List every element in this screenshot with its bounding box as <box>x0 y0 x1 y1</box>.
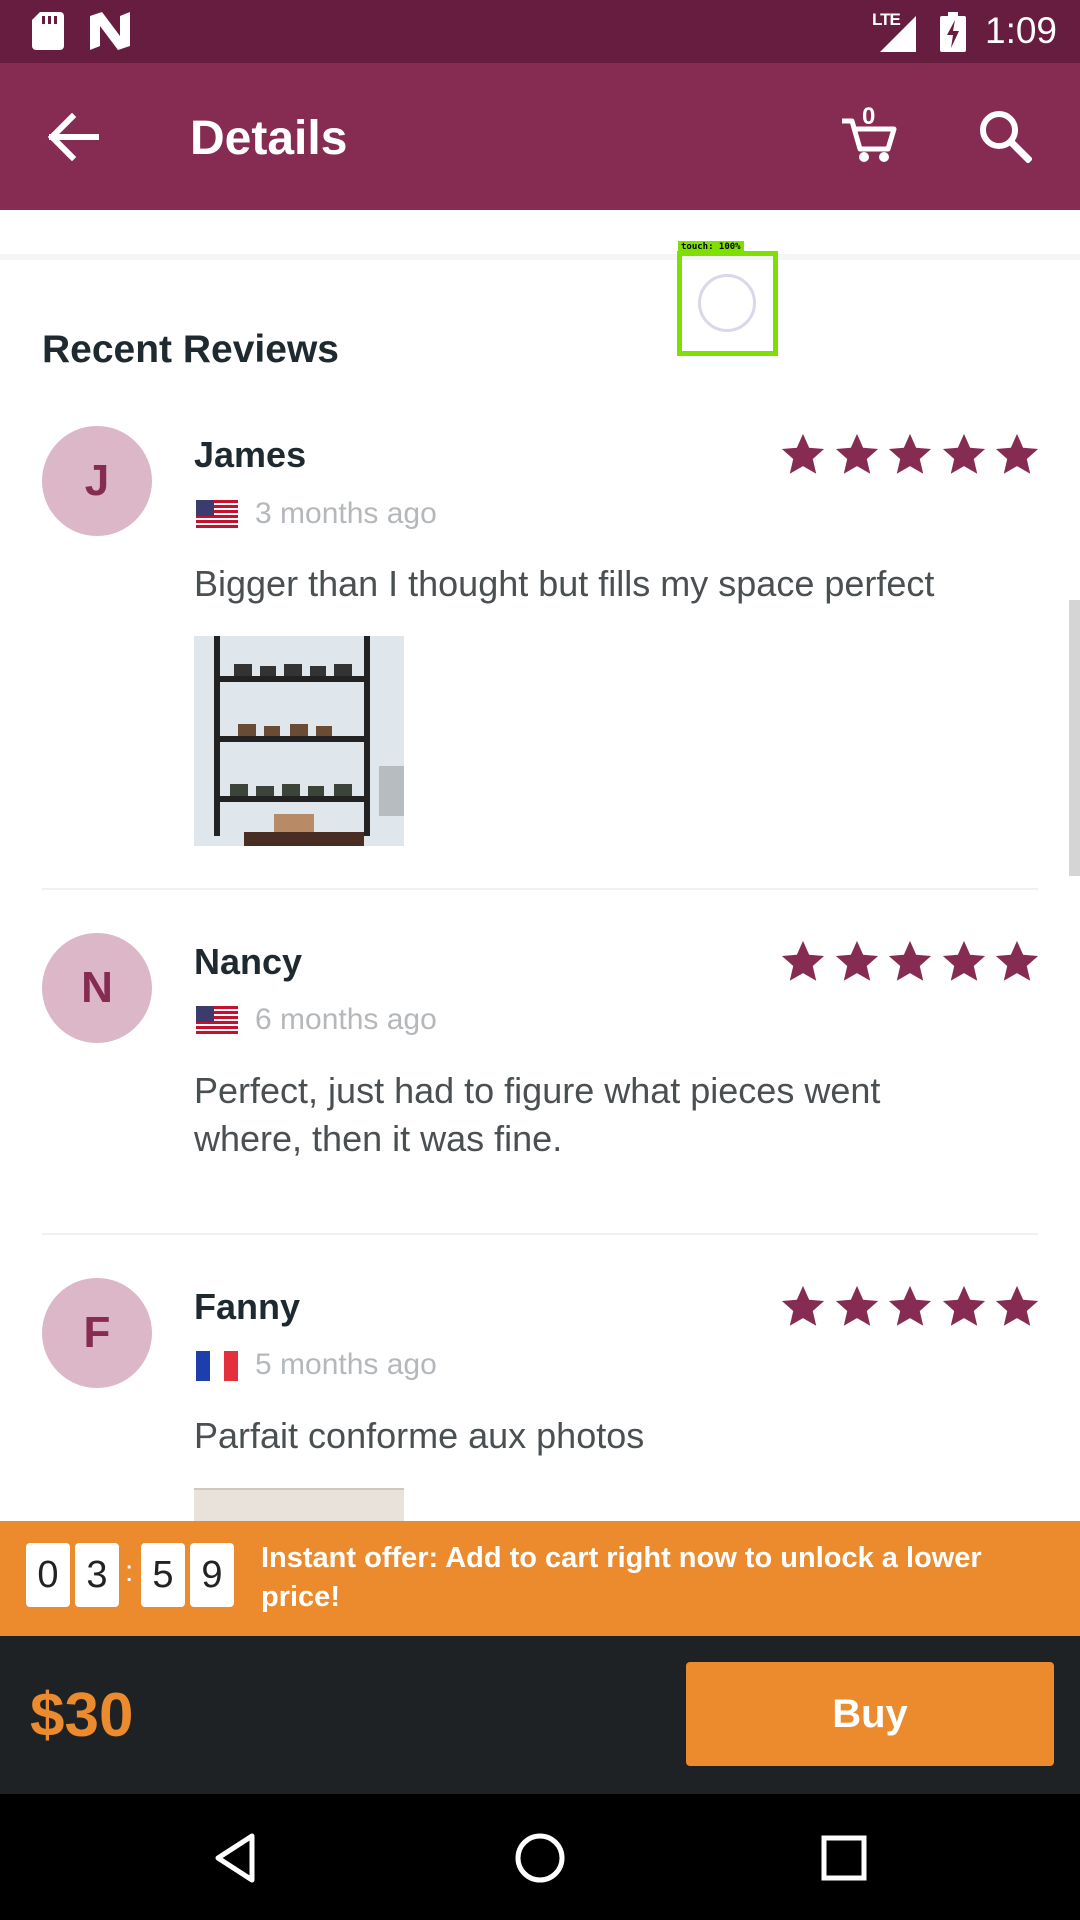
reviewer-name: Nancy <box>194 941 303 982</box>
reviewer-name: James <box>194 434 307 475</box>
buy-button[interactable]: Buy <box>686 1662 1054 1766</box>
search-icon[interactable] <box>978 109 1032 163</box>
nav-back-icon[interactable] <box>208 1830 264 1886</box>
star-icon <box>942 940 985 981</box>
review-photo[interactable] <box>194 636 404 846</box>
reviewer-name: Fanny <box>194 1286 301 1327</box>
review-time: 3 months ago <box>255 497 437 530</box>
buy-bar: $30 Buy <box>0 1636 1080 1794</box>
divider <box>42 888 1038 890</box>
avatar: F <box>42 1278 152 1388</box>
star-icon <box>835 940 878 981</box>
timer-separator: : <box>125 1555 134 1588</box>
star-icon <box>888 433 932 474</box>
review-text: Bigger than I thought but fills my space… <box>194 563 935 604</box>
status-bar: LTE 1:09 <box>0 0 1080 63</box>
timer-digit: 5 <box>141 1543 185 1607</box>
review-text: Perfect, just had to figure what pieces … <box>194 1070 881 1159</box>
cart-count-badge: 0 <box>862 103 876 130</box>
star-icon <box>942 1285 985 1326</box>
us-flag-icon <box>196 1006 238 1036</box>
star-icon <box>995 433 1039 474</box>
section-title: Recent Reviews <box>42 328 339 371</box>
star-icon <box>781 433 825 474</box>
fr-flag-icon <box>196 1351 238 1381</box>
rating-stars <box>780 432 1040 480</box>
rating-stars <box>780 939 1040 987</box>
star-icon <box>781 940 825 981</box>
review-text: Parfait conforme aux photos <box>194 1415 645 1456</box>
rating-stars <box>780 1284 1040 1332</box>
avatar: J <box>42 426 152 536</box>
review-photo[interactable] <box>194 1488 404 1521</box>
instant-offer-banner[interactable]: 0 3 : 5 9 Instant offer: Add to cart rig… <box>0 1521 1080 1650</box>
price: $30 <box>30 1681 134 1750</box>
page-title: Details <box>190 112 348 165</box>
battery-charging-icon <box>940 12 966 52</box>
divider <box>42 1233 1038 1235</box>
star-icon <box>942 433 985 474</box>
star-icon <box>888 940 932 981</box>
star-icon <box>835 433 878 474</box>
app-bar: Details 0 <box>0 63 1080 210</box>
review-time: 6 months ago <box>255 1003 437 1036</box>
back-arrow-icon[interactable] <box>46 113 100 161</box>
sd-card-icon <box>32 12 64 50</box>
us-flag-icon <box>196 500 238 530</box>
clock: 1:09 <box>985 10 1058 51</box>
star-icon <box>995 940 1039 981</box>
touch-indicator-circle <box>698 274 756 332</box>
nav-home-icon[interactable] <box>512 1830 568 1886</box>
star-icon <box>835 1285 878 1326</box>
timer-digit: 9 <box>190 1543 234 1607</box>
signal-icon <box>880 16 916 52</box>
scrollbar[interactable] <box>1069 600 1080 876</box>
offer-text: Instant offer: Add to cart right now to … <box>261 1542 982 1613</box>
timer-digit: 3 <box>75 1543 119 1607</box>
avatar: N <box>42 933 152 1043</box>
notification-n-icon <box>90 12 130 50</box>
system-nav-bar <box>0 1794 1080 1920</box>
review-time: 5 months ago <box>255 1348 437 1381</box>
content-top-strip <box>0 210 1080 260</box>
star-icon <box>781 1285 825 1326</box>
star-icon <box>995 1285 1039 1326</box>
timer-digit: 0 <box>26 1543 70 1607</box>
star-icon <box>888 1285 932 1326</box>
nav-recents-icon[interactable] <box>816 1830 872 1886</box>
